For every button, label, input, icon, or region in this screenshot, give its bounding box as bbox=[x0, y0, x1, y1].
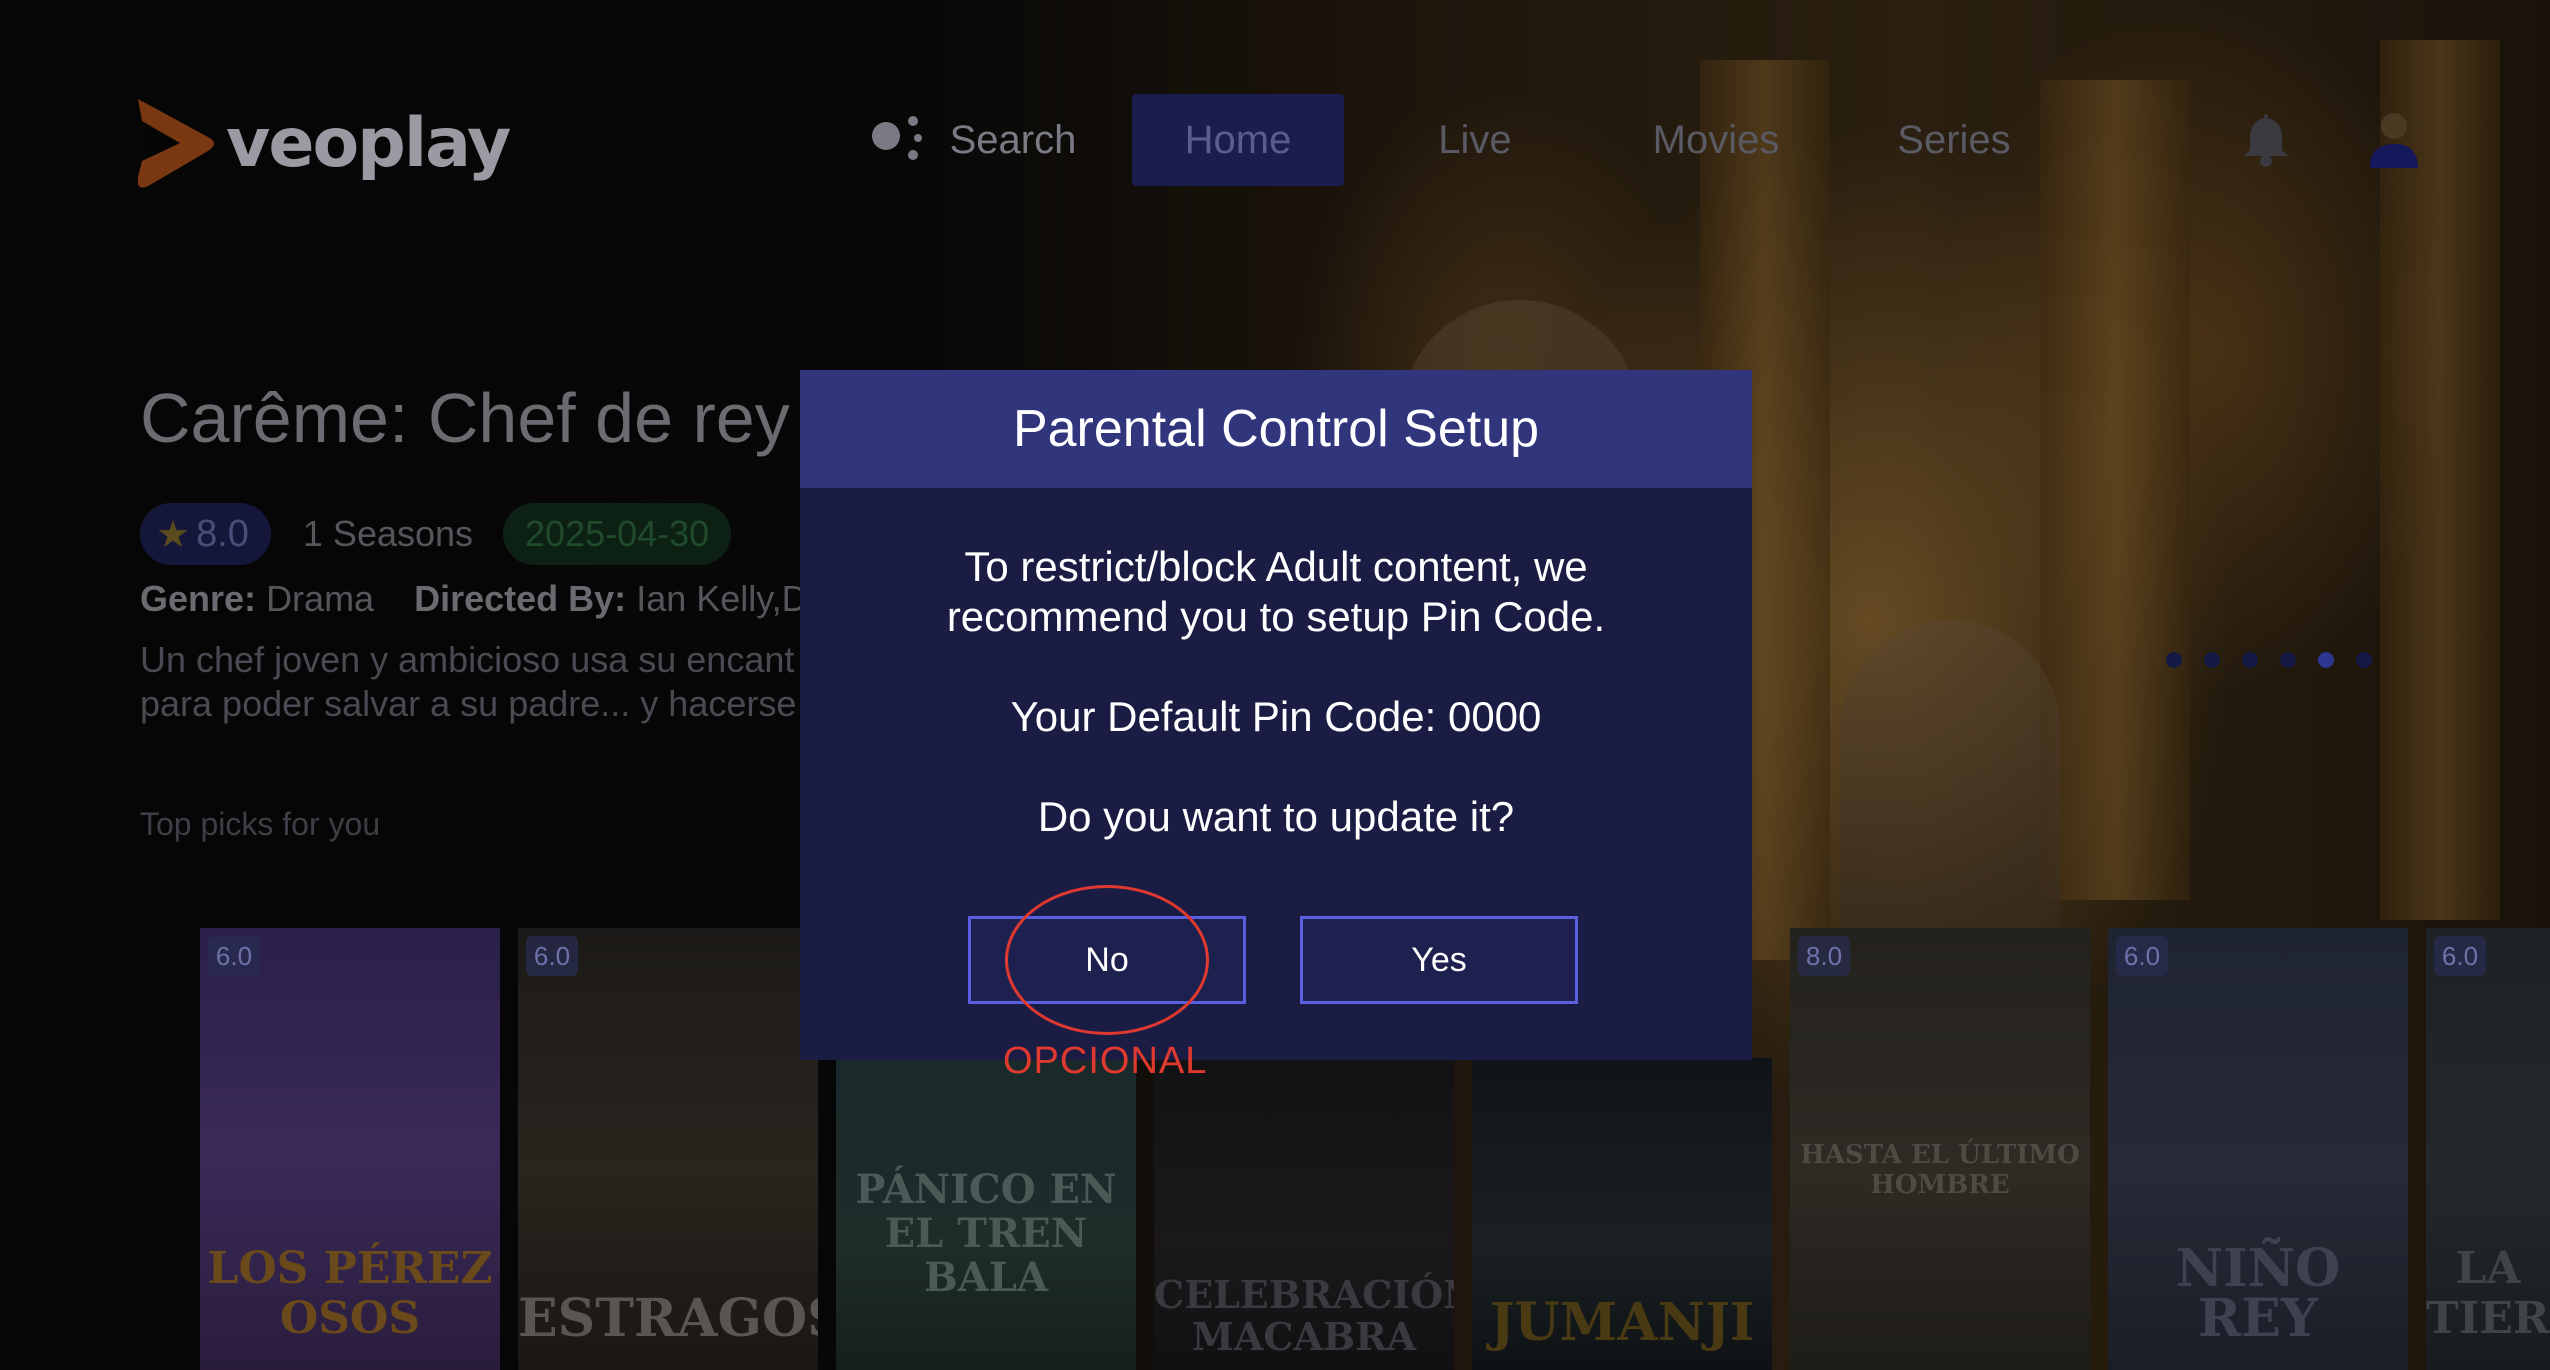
poster-card[interactable]: JUMANJI bbox=[1472, 1058, 1772, 1370]
dialog-message: To restrict/block Adult content, we reco… bbox=[860, 542, 1692, 642]
poster-title: HASTA EL ÚLTIMO HOMBRE bbox=[1800, 1140, 2080, 1200]
dialog-title: Parental Control Setup bbox=[1012, 400, 1540, 458]
rating-badge: ★ 8.0 bbox=[140, 503, 271, 565]
genre-director-row: Genre: Drama Directed By: Ian Kelly,Dav bbox=[140, 578, 846, 620]
directed-label: Directed By: bbox=[414, 578, 627, 619]
poster-rating: 8.0 bbox=[1798, 936, 1850, 976]
veoplay-logo[interactable]: veoplay bbox=[128, 88, 548, 198]
dialog-message-line: To restrict/block Adult content, we bbox=[964, 543, 1588, 590]
user-profile-icon[interactable] bbox=[2368, 110, 2420, 170]
poster-card[interactable]: 6.0 NIÑO REY bbox=[2108, 928, 2408, 1370]
hero-meta: ★ 8.0 1 Seasons 2025-04-30 bbox=[140, 502, 732, 566]
poster-title: JUMANJI bbox=[1489, 1292, 1755, 1353]
poster-card[interactable]: PÁNICO EN EL TREN BALA bbox=[836, 1058, 1136, 1370]
nav-search[interactable]: Search bbox=[864, 94, 1084, 186]
poster-card[interactable]: CELEBRACIÓN MACABRA bbox=[1154, 1058, 1454, 1370]
yes-button[interactable]: Yes bbox=[1300, 916, 1578, 1004]
poster-rating: 6.0 bbox=[208, 936, 260, 976]
poster-card[interactable]: 6.0 ESTRAGOS bbox=[518, 928, 818, 1370]
poster-title: CELEBRACIÓN MACABRA bbox=[1154, 1272, 1454, 1359]
default-pin-text: Your Default Pin Code: 0000 bbox=[1010, 693, 1542, 740]
hero-description: Un chef joven y ambicioso usa su encant … bbox=[140, 638, 820, 726]
description-line: para poder salvar a su padre... y hacers… bbox=[140, 683, 797, 724]
nav-live[interactable]: Live bbox=[1400, 94, 1550, 186]
logo-text: veoplay bbox=[226, 103, 511, 183]
poster-title: NIÑO REY bbox=[2175, 1238, 2341, 1349]
app-root: veoplay Search Home Live Movies Series C… bbox=[0, 0, 2550, 1370]
parental-control-dialog: Parental Control Setup To restrict/block… bbox=[800, 370, 1752, 1060]
assistant-dots-icon bbox=[871, 116, 928, 164]
star-icon: ★ bbox=[156, 513, 191, 556]
nav-home[interactable]: Home bbox=[1132, 94, 1344, 186]
dialog-header: Parental Control Setup bbox=[800, 370, 1752, 488]
dialog-message-line: recommend you to setup Pin Code. bbox=[946, 593, 1606, 640]
background-figure bbox=[1840, 620, 2060, 980]
description-line: Un chef joven y ambicioso usa su encant bbox=[140, 639, 795, 680]
hero-title: Carême: Chef de rey bbox=[140, 379, 790, 457]
poster-title: ESTRAGOS bbox=[518, 1288, 818, 1349]
rating-value: 8.0 bbox=[196, 512, 249, 555]
carousel-dot[interactable] bbox=[2242, 652, 2258, 668]
poster-card[interactable]: 8.0 HASTA EL ÚLTIMO HOMBRE bbox=[1790, 928, 2090, 1370]
background-pillar bbox=[2380, 40, 2500, 920]
update-question: Do you want to update it? bbox=[1037, 793, 1515, 840]
carousel-dot[interactable] bbox=[2280, 652, 2296, 668]
poster-title: LOS PÉREZ OSOS bbox=[207, 1243, 493, 1344]
nav-search-label: Search bbox=[949, 117, 1077, 162]
release-date-badge: 2025-04-30 bbox=[503, 503, 732, 565]
poster-title: PÁNICO EN EL TREN BALA bbox=[855, 1166, 1117, 1301]
carousel-dot-active[interactable] bbox=[2318, 652, 2334, 668]
annotation-circle bbox=[1005, 885, 1209, 1035]
nav-movies[interactable]: Movies bbox=[1628, 94, 1804, 186]
carousel-dot[interactable] bbox=[2204, 652, 2220, 668]
seasons-count: 1 Seasons bbox=[302, 513, 474, 554]
genre-value: Drama bbox=[266, 578, 375, 619]
genre-label: Genre: bbox=[140, 578, 257, 619]
carousel-dot[interactable] bbox=[2166, 652, 2182, 668]
row-title: Top picks for you bbox=[140, 806, 381, 842]
poster-rating: 6.0 bbox=[2116, 936, 2168, 976]
carousel-indicator bbox=[2166, 652, 2394, 668]
poster-rating: 6.0 bbox=[526, 936, 578, 976]
annotation-label: OPCIONAL bbox=[1003, 1040, 1208, 1082]
notification-bell-icon[interactable] bbox=[2238, 110, 2294, 168]
poster-card[interactable]: 6.0 LA TIERRA bbox=[2426, 928, 2550, 1370]
play-logo-icon bbox=[137, 99, 214, 188]
poster-title: LA TIERRA bbox=[2426, 1243, 2550, 1344]
poster-card[interactable]: 6.0 LOS PÉREZ OSOS bbox=[200, 928, 500, 1370]
nav-series[interactable]: Series bbox=[1878, 94, 2030, 186]
background-pillar bbox=[2040, 80, 2190, 900]
carousel-dot[interactable] bbox=[2356, 652, 2372, 668]
poster-rating: 6.0 bbox=[2434, 936, 2486, 976]
